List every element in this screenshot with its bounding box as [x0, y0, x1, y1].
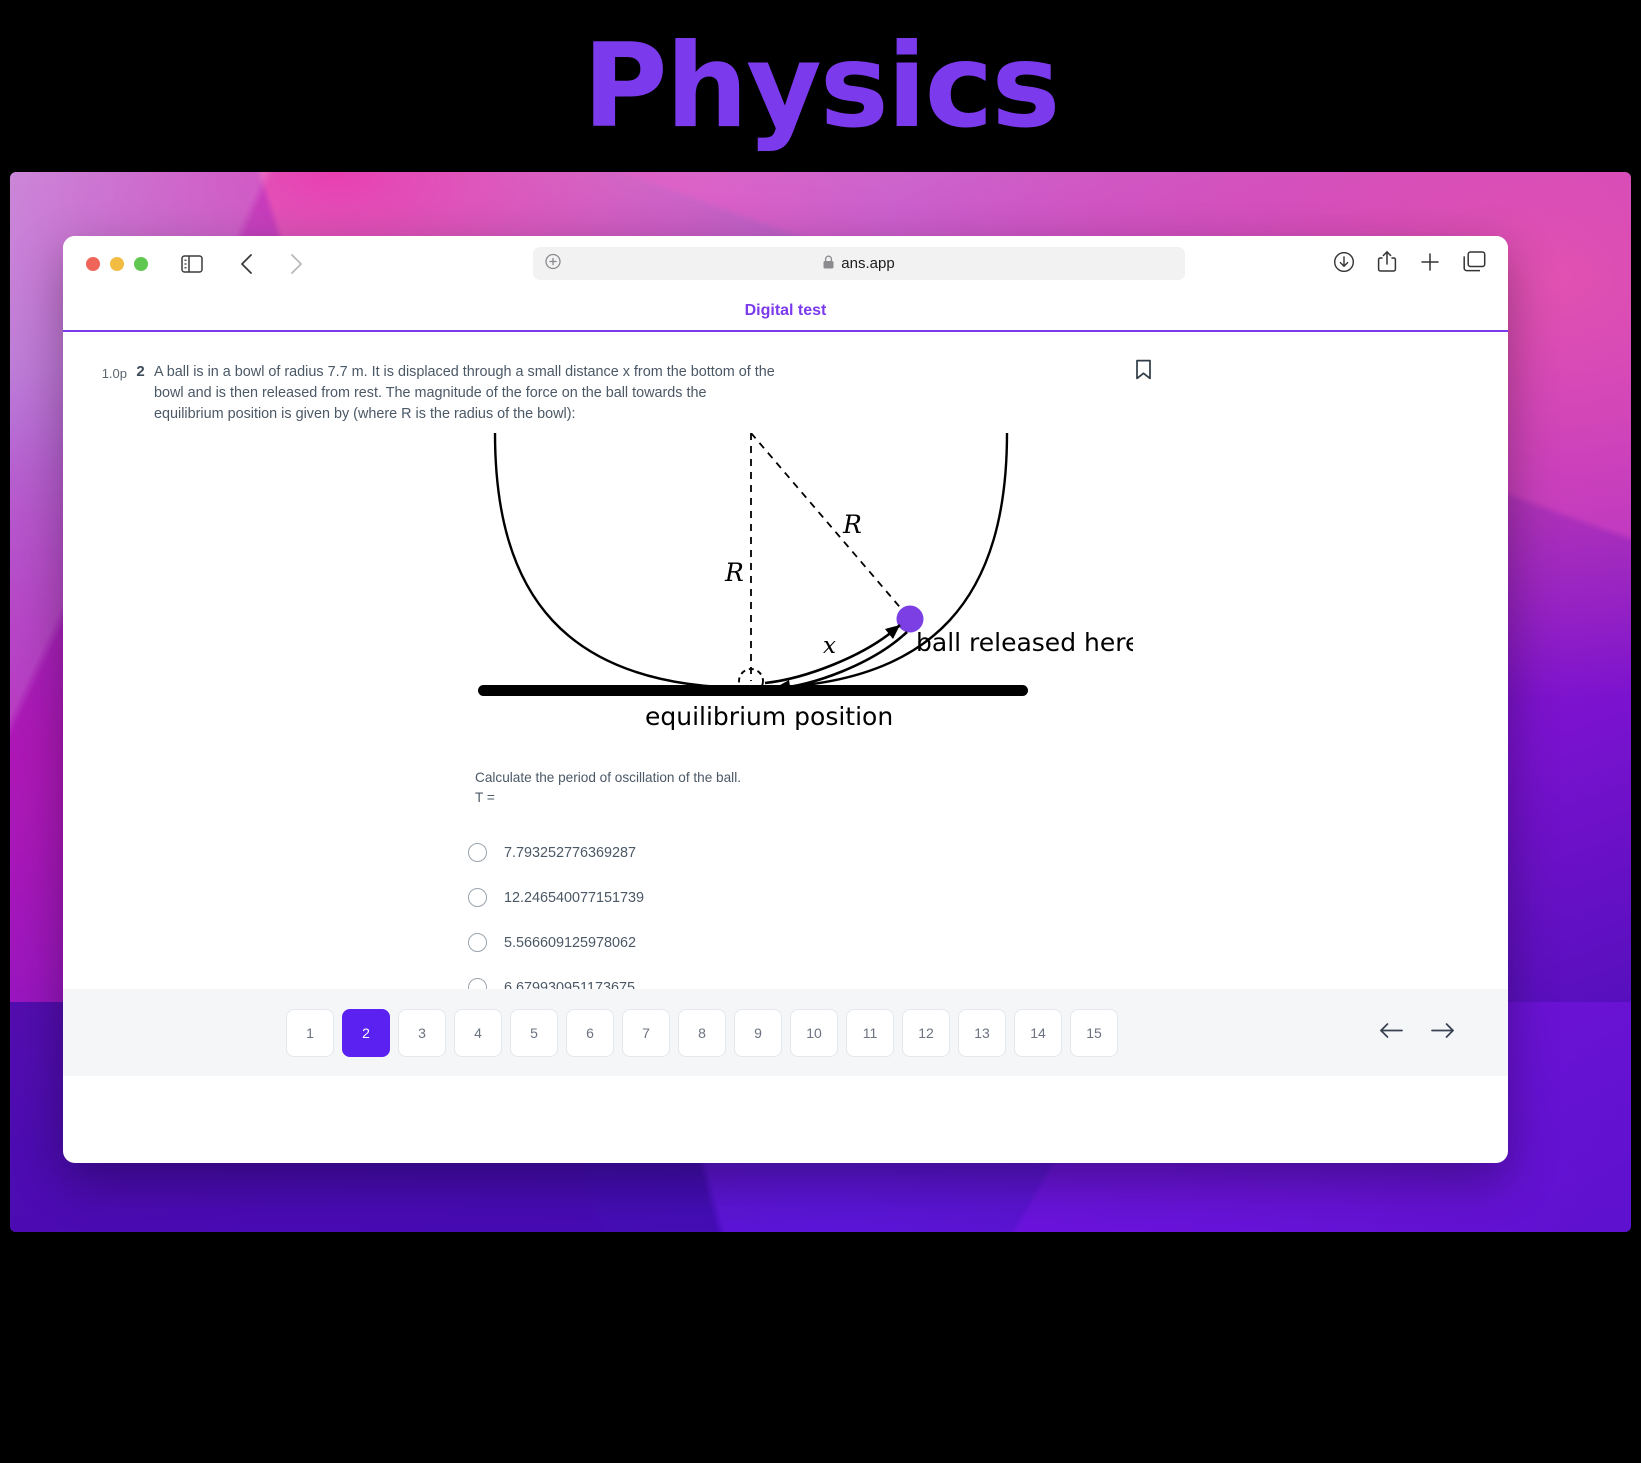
address-bar[interactable]: ans.app [533, 247, 1185, 280]
page-button-8[interactable]: 8 [678, 1008, 726, 1057]
option-label: 7.793252776369287 [504, 844, 637, 861]
tab-overview-icon[interactable] [1463, 251, 1486, 277]
svg-text:R: R [842, 510, 862, 539]
svg-text:x: x [823, 633, 836, 659]
toolbar-right-icons [1333, 236, 1486, 292]
page-button-15[interactable]: 15 [1070, 1008, 1118, 1057]
window-controls [86, 257, 148, 271]
svg-text:equilibrium position: equilibrium position [645, 702, 893, 731]
svg-text:ball released here: ball released here [916, 628, 1133, 657]
page-button-3[interactable]: 3 [398, 1008, 446, 1057]
answer-field-label: T = [475, 790, 495, 805]
answer-options: 7.793252776369287 12.246540077151739 5.5… [468, 830, 1508, 1010]
question-text: A ball is in a bowl of radius 7.7 m. It … [154, 364, 775, 422]
sidebar-icon[interactable] [172, 246, 212, 282]
back-button[interactable] [226, 246, 266, 282]
page-button-6[interactable]: 6 [566, 1008, 614, 1057]
page-button-1[interactable]: 1 [286, 1008, 334, 1057]
radio-button[interactable] [468, 888, 487, 907]
page-button-11[interactable]: 11 [846, 1008, 894, 1057]
nav-arrows [1378, 1020, 1456, 1045]
bookmark-icon[interactable] [1135, 359, 1152, 385]
plus-circle-icon[interactable] [545, 253, 561, 274]
page-button-4[interactable]: 4 [454, 1008, 502, 1057]
page-button-2[interactable]: 2 [342, 1008, 390, 1057]
page-button-14[interactable]: 14 [1014, 1008, 1062, 1057]
question-row: 1.0p 2 A ball is in a bowl of radius 7.7… [63, 332, 1508, 425]
test-header: Digital test [63, 292, 1508, 332]
page-button-13[interactable]: 13 [958, 1008, 1006, 1057]
page-button-9[interactable]: 9 [734, 1008, 782, 1057]
option-row[interactable]: 7.793252776369287 [468, 830, 1508, 875]
option-label: 12.246540077151739 [504, 889, 645, 906]
option-row[interactable]: 12.246540077151739 [468, 875, 1508, 920]
download-icon[interactable] [1333, 251, 1355, 278]
sub-question: Calculate the period of oscillation of t… [475, 768, 1508, 808]
minimize-window-button[interactable] [110, 257, 124, 271]
question-number: 2 [136, 363, 145, 380]
svg-text:R: R [724, 558, 744, 587]
new-tab-icon[interactable] [1419, 251, 1441, 278]
zoom-window-button[interactable] [134, 257, 148, 271]
question-points: 1.0p [101, 366, 127, 381]
arrow-right-icon[interactable] [1430, 1020, 1456, 1045]
option-row[interactable]: 5.566609125978062 [468, 920, 1508, 965]
page-buttons: 1 2 3 4 5 6 7 8 9 10 11 12 13 14 15 [286, 1008, 1118, 1057]
arrow-left-icon[interactable] [1378, 1020, 1404, 1045]
screen: Physics ans.app Digital test 1.0p 2 A ba… [0, 0, 1641, 1463]
share-icon[interactable] [1377, 250, 1397, 278]
physics-diagram: R R x ball released here equilibrium pos… [473, 432, 1508, 768]
lock-icon [823, 255, 834, 272]
option-label: 5.566609125978062 [504, 934, 637, 951]
radio-button[interactable] [468, 843, 487, 862]
pagination-bar: 1 2 3 4 5 6 7 8 9 10 11 12 13 14 15 [63, 989, 1508, 1076]
browser-toolbar: ans.app [63, 236, 1508, 292]
test-header-label: Digital test [744, 302, 827, 319]
forward-button[interactable] [276, 246, 316, 282]
page-button-10[interactable]: 10 [790, 1008, 838, 1057]
browser-window: ans.app Digital test 1.0p 2 A ball is in… [63, 236, 1508, 1163]
sub-question-prompt: Calculate the period of oscillation of t… [475, 770, 741, 785]
page-button-7[interactable]: 7 [622, 1008, 670, 1057]
close-window-button[interactable] [86, 257, 100, 271]
page-title: Physics [582, 18, 1061, 154]
question-content: 1.0p 2 A ball is in a bowl of radius 7.7… [63, 332, 1508, 1076]
url-text: ans.app [841, 255, 895, 272]
page-button-12[interactable]: 12 [902, 1008, 950, 1057]
toolbar-left-icons [172, 246, 316, 282]
page-button-5[interactable]: 5 [510, 1008, 558, 1057]
radio-button[interactable] [468, 933, 487, 952]
